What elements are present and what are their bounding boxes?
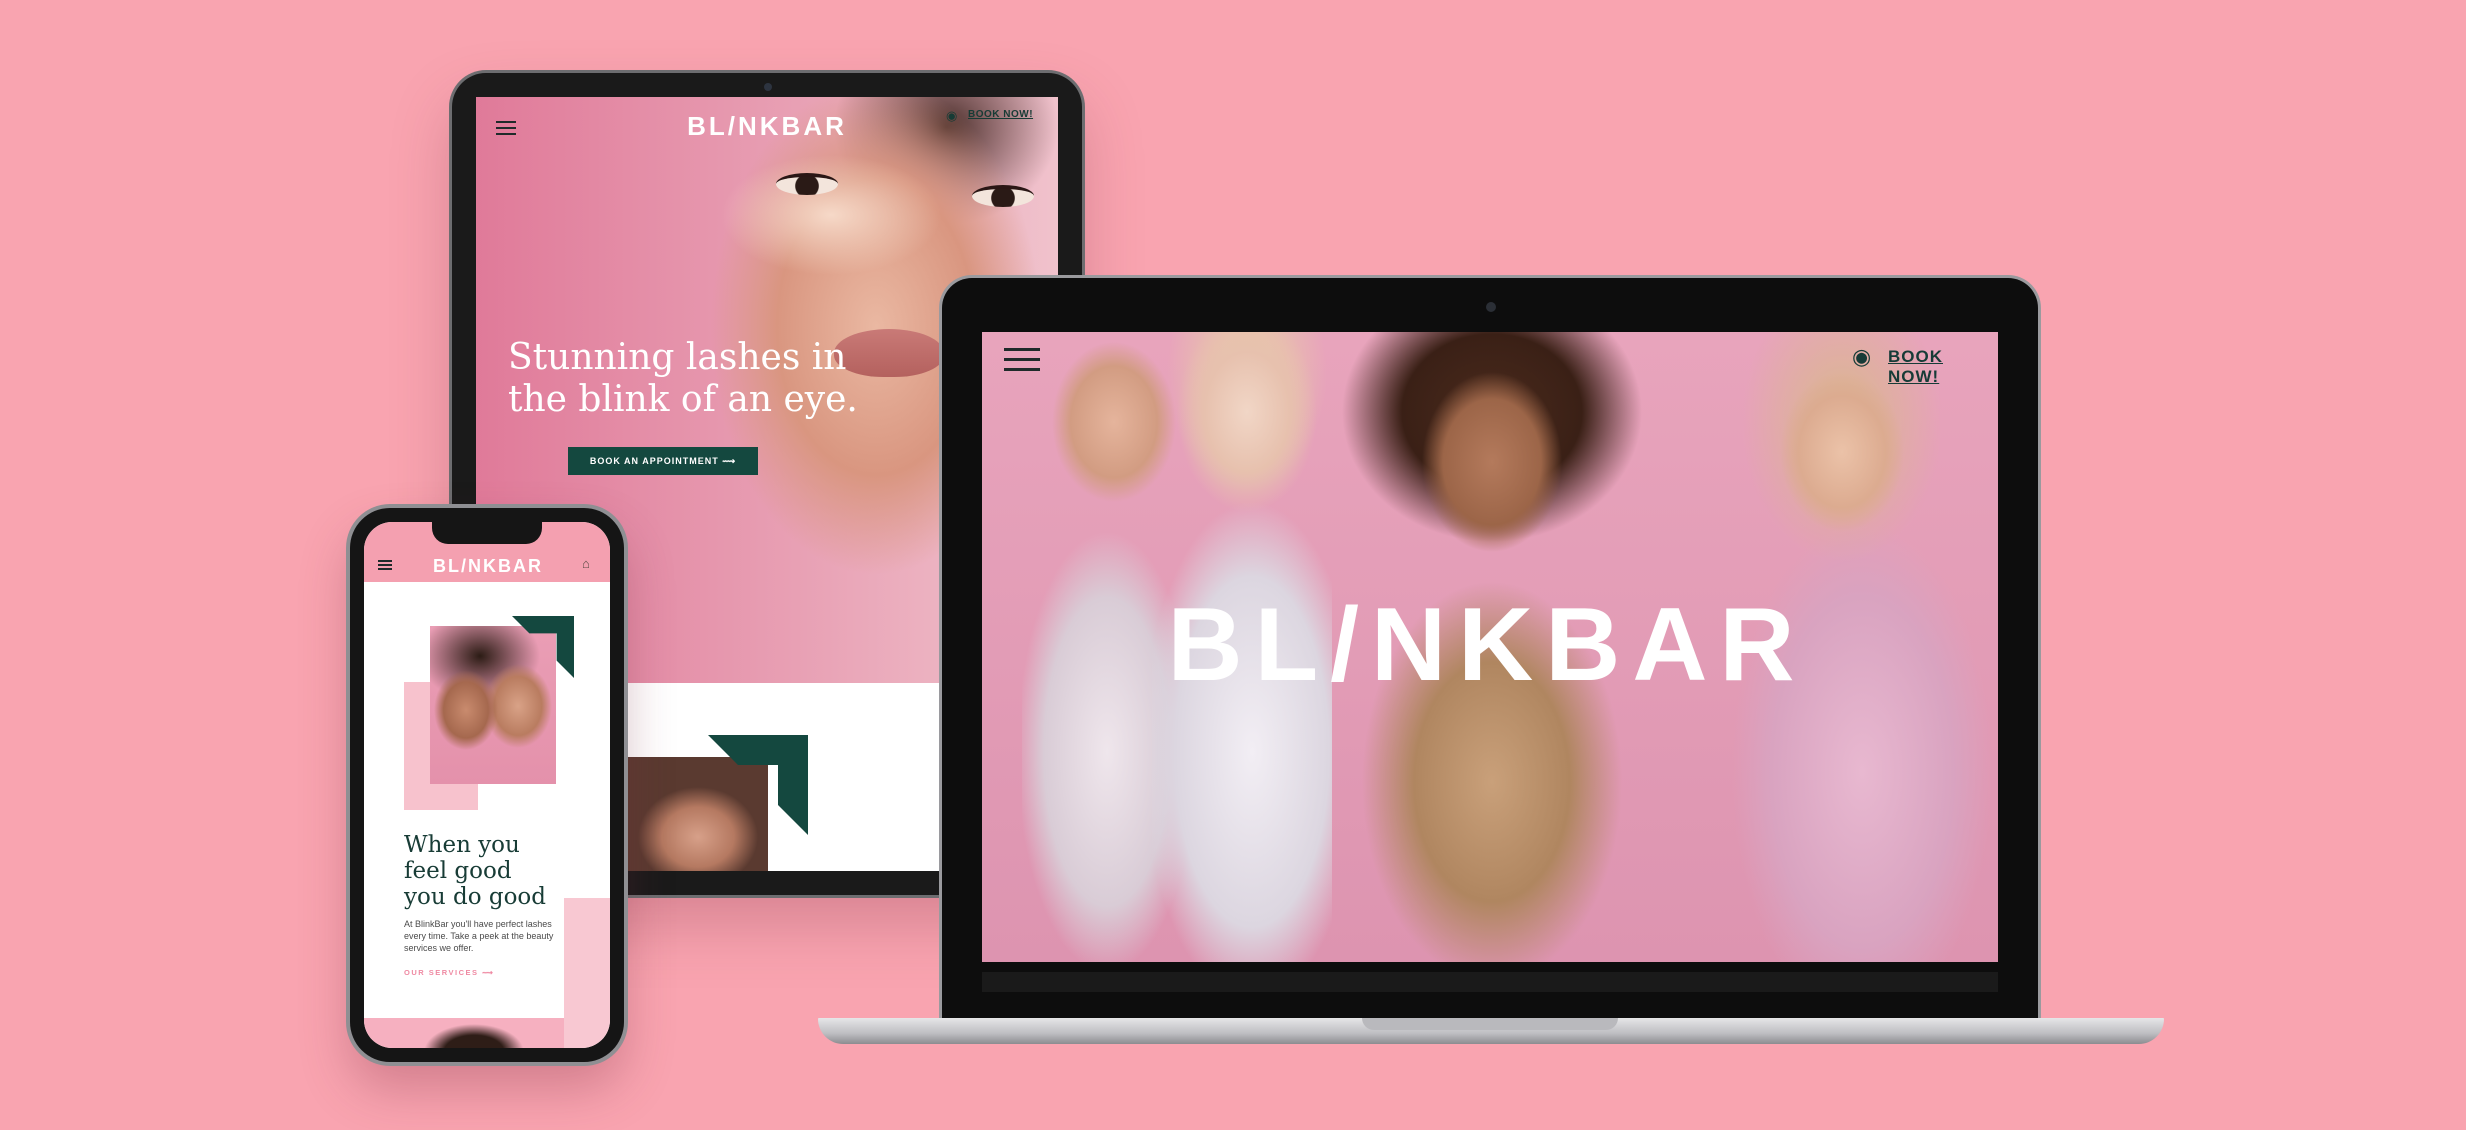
our-services-link[interactable]: OUR SERVICES ⟿	[404, 968, 494, 977]
hero-headline: Stunning lashes in the blink of an eye.	[508, 337, 868, 421]
site-logo[interactable]: BL/NKBAR	[676, 111, 858, 142]
hamburger-menu-icon[interactable]	[378, 560, 392, 570]
eye-icon: ◉	[1852, 344, 1872, 369]
phone-notch	[432, 522, 542, 544]
cart-icon[interactable]: ⌂	[582, 556, 590, 571]
hero-eye-left	[776, 173, 838, 195]
phone-device: BL/NKBAR ⌂ When you feel good you do goo…	[350, 508, 624, 1062]
section-headline-line3: you do good	[404, 884, 546, 910]
bottom-preview-image	[364, 1018, 564, 1048]
corner-arrow-icon	[708, 735, 808, 835]
laptop-hinge-notch	[1362, 1018, 1618, 1030]
laptop-screen: ◉ BOOK NOW! BL/NKBAR	[982, 332, 1998, 962]
hero-logo: BL/NKBAR	[1167, 587, 1807, 703]
laptop-device: ◉ BOOK NOW! BL/NKBAR	[942, 278, 2038, 1022]
hero-headline-line2: the blink of an eye.	[508, 379, 858, 420]
tablet-camera	[764, 83, 772, 91]
hero-eye-right	[972, 185, 1034, 207]
section-body-text: At BlinkBar you'll have perfect lashes e…	[404, 919, 554, 953]
hamburger-menu-icon[interactable]	[1004, 348, 1040, 374]
eye-icon: ◉	[946, 108, 958, 123]
hero-headline-line1: Stunning lashes in	[508, 337, 847, 378]
site-logo[interactable]: BL/NKBAR	[414, 556, 562, 577]
corner-arrow-icon	[512, 616, 574, 678]
laptop-camera	[1486, 302, 1496, 312]
book-appointment-button[interactable]: BOOK AN APPOINTMENT ⟿	[568, 447, 758, 475]
book-now-link[interactable]: BOOK NOW!	[1888, 347, 1998, 387]
phone-screen: BL/NKBAR ⌂ When you feel good you do goo…	[364, 522, 610, 1048]
section-headline-line2: feel good	[404, 858, 512, 884]
book-now-link[interactable]: BOOK NOW!	[968, 109, 1033, 120]
section-headline-line1: When you	[404, 832, 520, 858]
section-headline: When you feel good you do good	[404, 832, 574, 910]
hamburger-menu-icon[interactable]	[496, 121, 516, 135]
decorative-side-block	[564, 898, 610, 1048]
laptop-chin	[982, 972, 1998, 992]
